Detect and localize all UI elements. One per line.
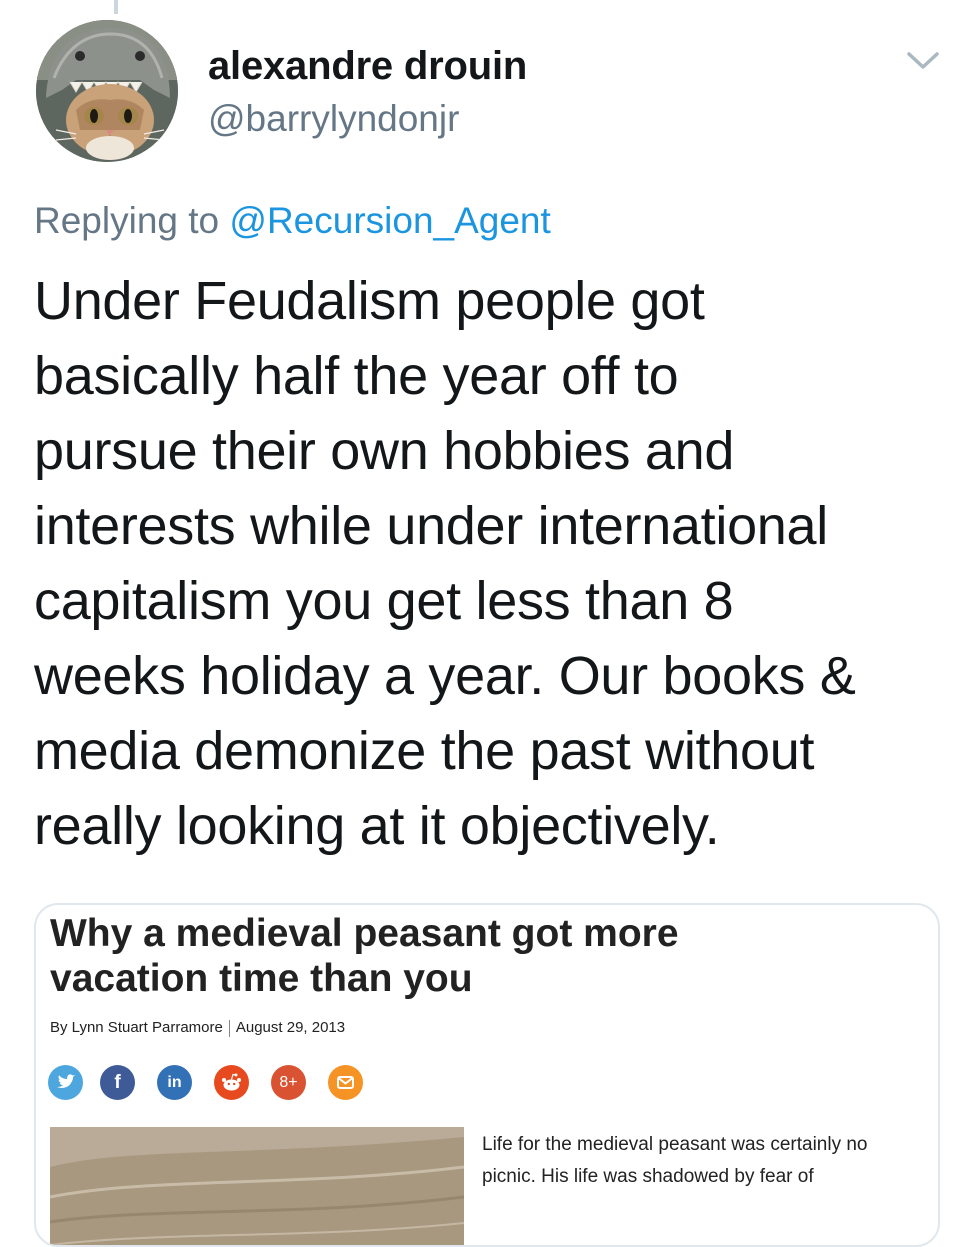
- reddit-icon: [214, 1065, 249, 1100]
- tweet-text-line: basically half the year off to: [34, 346, 679, 406]
- article-author: By Lynn Stuart Parramore: [50, 1019, 223, 1036]
- article-byline: By Lynn Stuart Parramore August 29, 2013: [50, 1019, 345, 1037]
- tweet-text-line: really looking at it objectively.: [34, 796, 720, 856]
- tweet-text-line: capitalism you get less than 8: [34, 571, 734, 631]
- thread-connector-line: [114, 0, 118, 14]
- author-avatar[interactable]: [36, 20, 178, 162]
- article-snippet-line: Life for the medieval peasant was certai…: [482, 1134, 868, 1155]
- google-plus-glyph: 8+: [279, 1074, 298, 1091]
- article-headline-line: Why a medieval peasant got more: [50, 912, 679, 955]
- tweet-text-line: Under Feudalism people got: [34, 271, 705, 331]
- replying-to-label: Replying to: [34, 200, 220, 241]
- linkedin-glyph: in: [167, 1074, 182, 1091]
- article-snippet: Life for the medieval peasant was certai…: [482, 1129, 932, 1193]
- email-icon: [328, 1065, 363, 1100]
- byline-divider: [228, 1019, 230, 1037]
- tweet-text-line: interests while under international: [34, 496, 828, 556]
- replying-to-context: Replying to @Recursion_Agent: [34, 200, 551, 242]
- twitter-icon: [48, 1065, 83, 1100]
- article-headline: Why a medieval peasant got more vacation…: [50, 911, 910, 1001]
- facebook-icon: f: [100, 1065, 135, 1100]
- tweet-text-line: media demonize the past without: [34, 721, 815, 781]
- attached-image-card[interactable]: Why a medieval peasant got more vacation…: [34, 903, 940, 1247]
- article-headline-line: vacation time than you: [50, 957, 473, 1000]
- tweet-text-line: weeks holiday a year. Our books &: [34, 646, 856, 706]
- tweet-text: Under Feudalism people got basically hal…: [34, 264, 959, 864]
- chevron-down-icon[interactable]: [903, 48, 943, 74]
- cat-in-shark-hat-avatar-icon: [36, 20, 178, 162]
- author-display-name[interactable]: alexandre drouin: [208, 44, 527, 89]
- linkedin-icon: in: [157, 1065, 192, 1100]
- article-snippet-line: picnic. His life was shadowed by fear of: [482, 1166, 814, 1187]
- facebook-glyph: f: [114, 1072, 121, 1093]
- tweet-text-line: pursue their own hobbies and: [34, 421, 735, 481]
- author-handle[interactable]: @barrylyndonjr: [208, 98, 459, 140]
- article-date: August 29, 2013: [235, 1019, 346, 1036]
- google-plus-icon: 8+: [271, 1065, 306, 1100]
- article-photo: [50, 1127, 464, 1245]
- reply-mention-link[interactable]: @Recursion_Agent: [229, 200, 550, 241]
